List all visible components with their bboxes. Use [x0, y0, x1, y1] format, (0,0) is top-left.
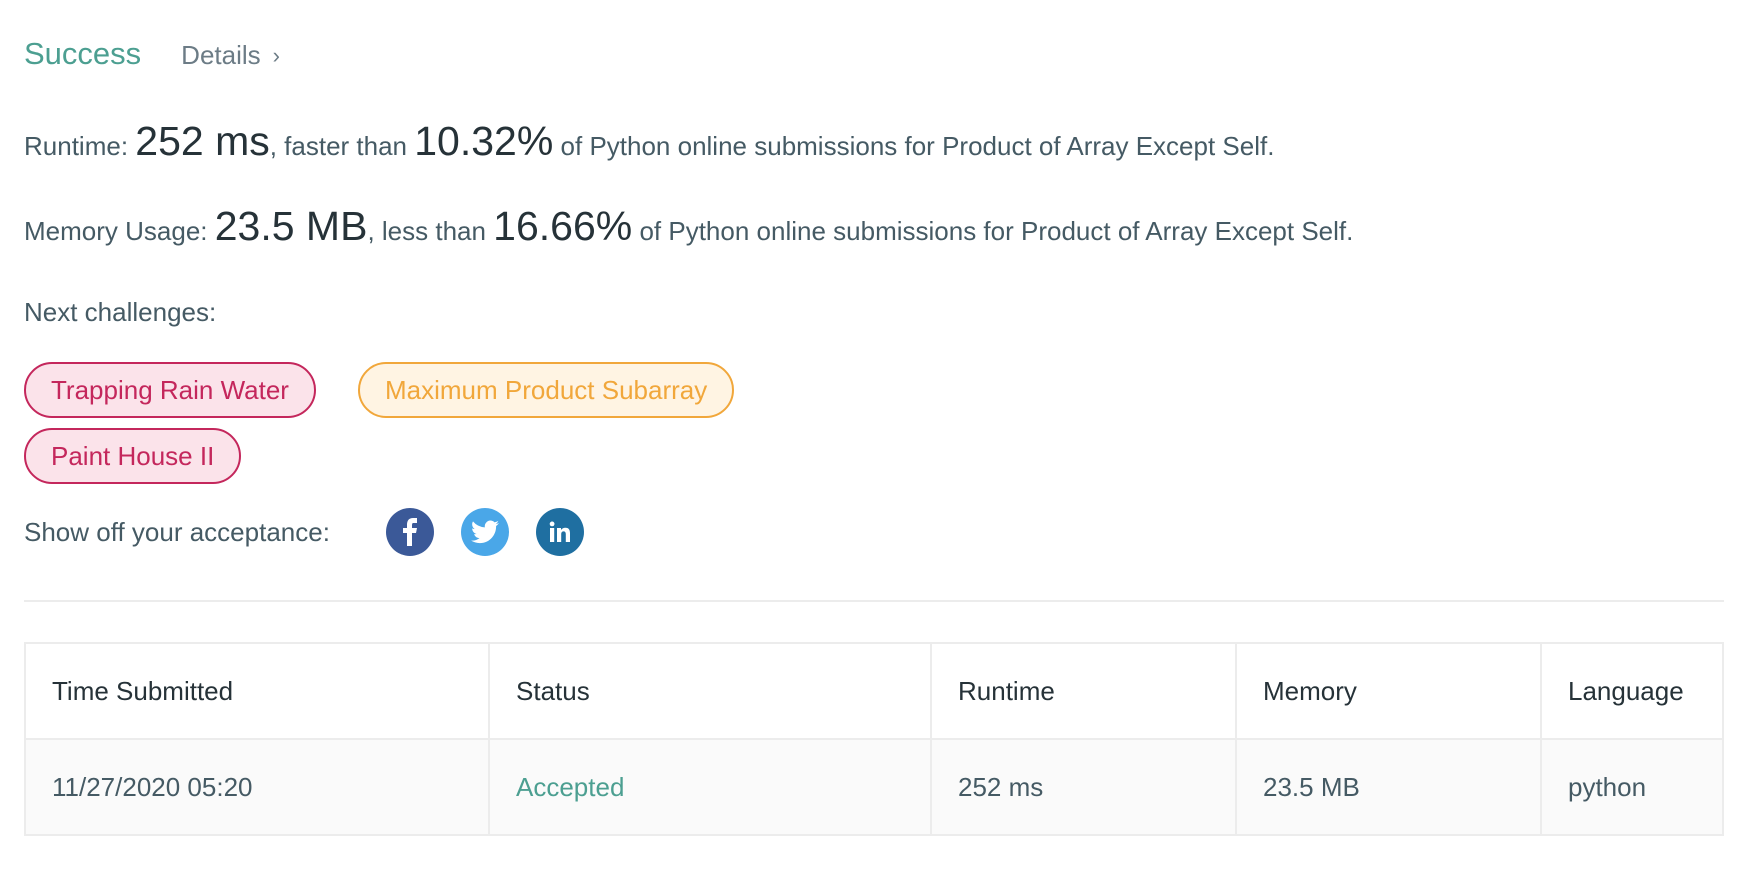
memory-suffix: of Python online submissions for Product… [632, 216, 1354, 246]
cell-runtime: 252 ms [930, 738, 1237, 836]
cell-time-submitted: 11/27/2020 05:20 [24, 738, 490, 836]
submissions-table: Time Submitted Status Runtime Memory Lan… [24, 642, 1724, 836]
status-title: Success [24, 36, 142, 71]
table-header-row: Time Submitted Status Runtime Memory Lan… [24, 642, 1724, 740]
details-link[interactable]: Details › [181, 40, 280, 71]
result-header: Success Details › [24, 36, 280, 72]
submission-result-page: Success Details › Runtime: 252 ms, faste… [0, 0, 1742, 874]
details-label: Details [181, 40, 261, 70]
memory-label: Memory Usage: [24, 216, 215, 246]
column-header-memory[interactable]: Memory [1235, 642, 1542, 740]
challenge-tag-maximum-product-subarray[interactable]: Maximum Product Subarray [358, 362, 735, 418]
runtime-value: 252 ms [135, 118, 270, 164]
cell-language: python [1540, 738, 1724, 836]
facebook-icon[interactable] [385, 508, 434, 556]
runtime-label: Runtime: [24, 131, 136, 161]
linkedin-icon[interactable] [535, 508, 584, 556]
table-row: 11/27/2020 05:20 Accepted 252 ms 23.5 MB… [24, 738, 1724, 836]
share-label: Show off your acceptance: [24, 516, 330, 547]
memory-value: 23.5 MB [214, 203, 368, 249]
cell-status-link[interactable]: Accepted [488, 738, 932, 836]
memory-comparator: , less than [367, 216, 494, 246]
cell-memory: 23.5 MB [1235, 738, 1542, 836]
share-row: Show off your acceptance: [24, 508, 584, 556]
runtime-stat: Runtime: 252 ms, faster than 10.32% of P… [24, 118, 1274, 165]
column-header-status[interactable]: Status [488, 642, 932, 740]
challenge-tag-paint-house-ii[interactable]: Paint House II [24, 428, 242, 484]
twitter-icon[interactable] [460, 508, 509, 556]
next-challenges-label: Next challenges: [24, 297, 217, 327]
challenge-tag-trapping-rain-water[interactable]: Trapping Rain Water [24, 362, 316, 418]
column-header-time-submitted[interactable]: Time Submitted [24, 642, 490, 740]
column-header-runtime[interactable]: Runtime [930, 642, 1237, 740]
runtime-comparator: , faster than [269, 131, 415, 161]
memory-stat: Memory Usage: 23.5 MB, less than 16.66% … [24, 203, 1353, 250]
column-header-language[interactable]: Language [1540, 642, 1724, 740]
runtime-percent: 10.32% [414, 118, 554, 164]
memory-percent: 16.66% [493, 203, 633, 249]
section-divider [24, 600, 1724, 602]
chevron-right-icon: › [272, 42, 280, 68]
runtime-suffix: of Python online submissions for Product… [553, 131, 1275, 161]
